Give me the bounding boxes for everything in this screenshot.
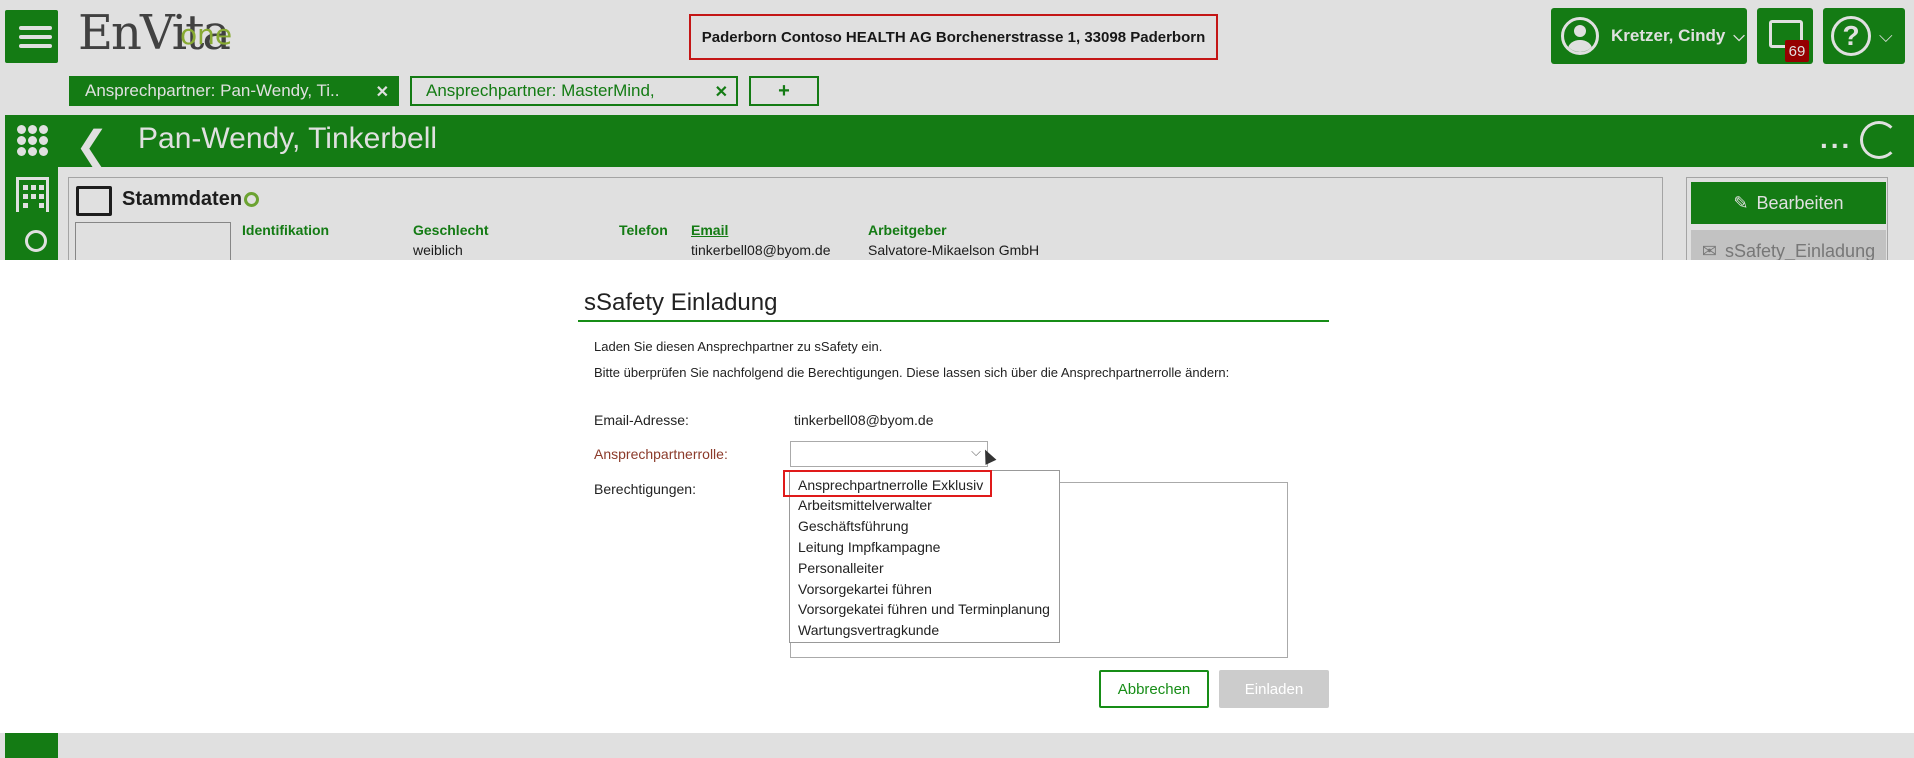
role-option[interactable]: Vorsorgekartei führen (798, 581, 932, 597)
dialog-title-divider (578, 320, 1329, 322)
role-option[interactable]: Leitung Impfkampagne (798, 539, 940, 555)
highlight-box (783, 470, 992, 497)
role-option[interactable]: Arbeitsmittelverwalter (798, 497, 932, 513)
role-option[interactable]: Vorsorgekatei führen und Terminplanung (798, 601, 1050, 617)
modal-backdrop-top (0, 0, 1914, 260)
modal-backdrop-bottom (0, 733, 1914, 758)
dialog-intro: Laden Sie diesen Ansprechpartner zu sSaf… (594, 339, 883, 354)
role-select[interactable]: ⌵ (790, 441, 988, 467)
permissions-label: Berechtigungen: (594, 481, 696, 497)
role-option[interactable]: Personalleiter (798, 560, 884, 576)
role-option[interactable]: Wartungsvertragkunde (798, 622, 939, 638)
email-label: Email-Adresse: (594, 412, 689, 428)
dialog-title: sSafety Einladung (584, 289, 778, 316)
cancel-button[interactable]: Abbrechen (1099, 670, 1209, 708)
role-label: Ansprechpartnerrolle: (594, 446, 728, 462)
invite-button[interactable]: Einladen (1219, 670, 1329, 708)
role-option[interactable]: Geschäftsführung (798, 518, 909, 534)
dialog-note: Bitte überprüfen Sie nachfolgend die Ber… (594, 365, 1230, 380)
email-value: tinkerbell08@byom.de (794, 412, 934, 428)
